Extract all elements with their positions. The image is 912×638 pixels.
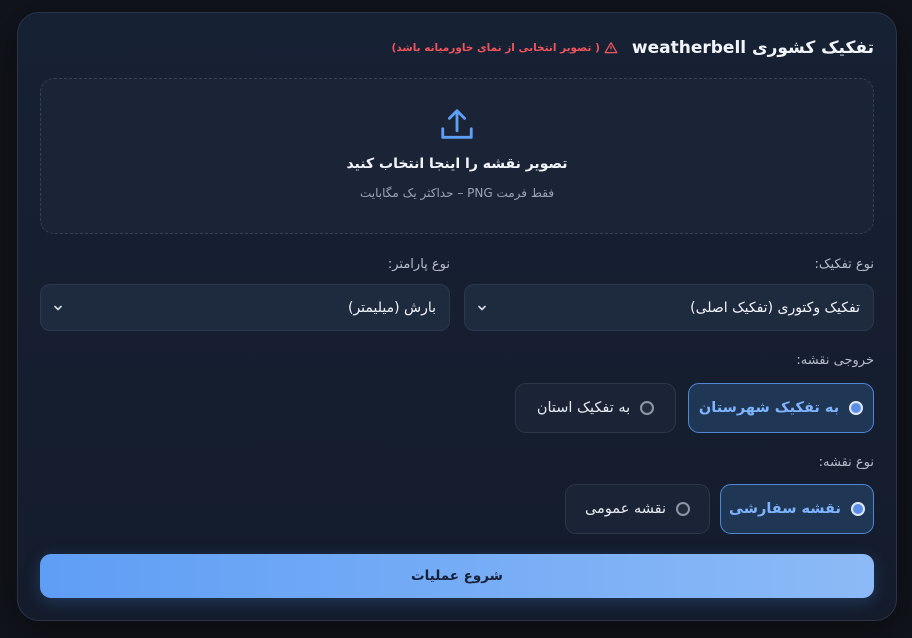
option-label: به تفکیک شهرستان: [698, 400, 840, 416]
card-header: تفکیک کشوری weatherbell ( تصویر انتخابی …: [40, 36, 874, 60]
option-label: نقشه عمومی: [584, 501, 667, 517]
map-upload-dropzone[interactable]: تصویر نقشه را اینجا انتخاب کنید فقط فرمت…: [40, 78, 874, 234]
map-output-option-province[interactable]: به تفکیک استان: [515, 383, 676, 433]
warning-text: ( تصویر انتخابی از نمای خاورمیانه باشد): [391, 42, 600, 54]
parameter-type-label: نوع پارامتر:: [387, 257, 450, 272]
map-output-label: خروجی نقشه:: [796, 353, 874, 368]
option-label: به تفکیک استان: [536, 400, 631, 416]
map-type-label: نوع نقشه:: [818, 455, 874, 470]
map-output-option-county[interactable]: به تفکیک شهرستان: [688, 383, 874, 433]
upload-icon: [438, 106, 476, 144]
dropzone-title: تصویر نقشه را اینجا انتخاب کنید: [346, 156, 568, 172]
separation-type-value: تفکیک وکتوری (تفکیک اصلی): [690, 299, 860, 316]
radio-selected: [849, 401, 864, 415]
start-operation-button[interactable]: شروع عملیات: [40, 554, 874, 598]
radio-selected: [850, 502, 865, 516]
map-type-option-general[interactable]: نقشه عمومی: [565, 484, 710, 534]
parameter-type-value: بارش (میلیمتر): [347, 299, 436, 316]
dropzone-subtitle: فقط فرمت PNG – حداکثر یک مگابایت: [359, 186, 555, 200]
warning-triangle-icon: [604, 41, 618, 55]
separation-type-select[interactable]: تفکیک وکتوری (تفکیک اصلی): [464, 284, 874, 331]
page-title: تفکیک کشوری weatherbell: [631, 38, 874, 58]
option-label: نقشه سفارشی: [729, 501, 841, 517]
radio-unselected: [676, 502, 691, 516]
chevron-down-icon: [477, 303, 487, 313]
warning-note: ( تصویر انتخابی از نمای خاورمیانه باشد): [392, 41, 618, 55]
parameter-type-select[interactable]: بارش (میلیمتر): [40, 284, 450, 331]
radio-unselected: [640, 401, 655, 415]
chevron-down-icon: [53, 303, 63, 313]
separation-type-label: نوع تفکیک:: [814, 257, 874, 272]
map-type-option-custom[interactable]: نقشه سفارشی: [720, 484, 874, 534]
